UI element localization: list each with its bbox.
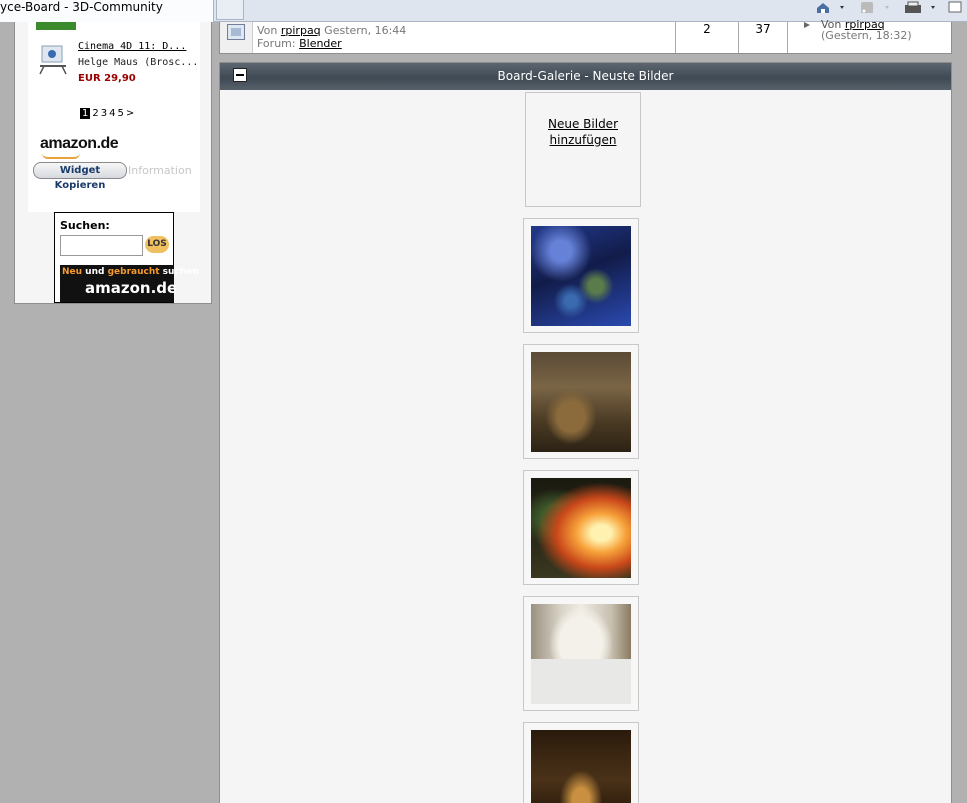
- gallery-thumbnail[interactable]: [523, 596, 639, 711]
- banner-word-used: gebraucht: [107, 267, 160, 277]
- snowy-house-image[interactable]: [531, 604, 631, 704]
- amazon-search-box: Suchen: LOS Neu und gebraucht suchen ama…: [54, 212, 199, 303]
- banner-word-new: Neu: [62, 267, 83, 277]
- print-icon[interactable]: [903, 1, 939, 13]
- thread-forum-link[interactable]: Blender: [299, 37, 342, 50]
- feed-icon[interactable]: [859, 1, 893, 13]
- thread-views-count: 37: [738, 22, 787, 53]
- thread-last-post: Von rpirpaq (Gestern, 18:32): [787, 18, 953, 53]
- add-images-line2: hinzufügen: [549, 133, 617, 147]
- fire-dragon-image[interactable]: [531, 478, 631, 578]
- thread-row: Von rpirpaq Gestern, 16:44 Forum: Blende…: [219, 18, 953, 54]
- search-go-button[interactable]: LOS: [145, 236, 169, 253]
- amazon-logo[interactable]: amazon.de: [40, 135, 119, 153]
- widget-information-link[interactable]: Information: [128, 164, 192, 177]
- last-post-arrow-icon[interactable]: [803, 21, 811, 29]
- browser-tab-title: yce-Board - 3D-Community: [0, 0, 163, 14]
- new-tab-button[interactable]: [216, 0, 244, 20]
- gallery-title: Board-Galerie - Neuste Bilder: [497, 69, 674, 83]
- search-label: Suchen:: [60, 219, 110, 232]
- thread-forum-line: Forum: Blender: [257, 37, 342, 50]
- thread-replies-count: 2: [675, 22, 738, 53]
- gallery-thumbnail[interactable]: [523, 722, 639, 803]
- gallery-thumbnail[interactable]: [523, 218, 639, 333]
- thread-by-prefix: Von: [257, 24, 278, 37]
- thread-author-link[interactable]: rpirpaq: [281, 24, 321, 37]
- pager-page[interactable]: 3: [101, 108, 107, 119]
- help-icon[interactable]: [948, 1, 962, 13]
- gallery-header: Board-Galerie - Neuste Bilder: [220, 63, 951, 90]
- thread-forum-prefix: Forum:: [257, 37, 296, 50]
- product-image-icon[interactable]: [36, 36, 70, 76]
- thread-status-icon: [227, 24, 245, 40]
- product-cover-strip: [36, 22, 76, 30]
- widget-copy-button[interactable]: Widget Kopieren: [33, 162, 127, 191]
- vintage-car-image[interactable]: [531, 352, 631, 452]
- board-gallery: Board-Galerie - Neuste Bilder Neue Bilde…: [219, 62, 952, 803]
- banner-tagline: Neu und gebraucht suchen: [62, 267, 199, 277]
- amazon-banner[interactable]: Neu und gebraucht suchen amazon.de: [60, 265, 199, 302]
- amazon-widget: Cinema 4D 11: D... Helge Maus (Brosc... …: [28, 22, 200, 212]
- pager-page[interactable]: 4: [109, 108, 115, 119]
- add-images-link[interactable]: Neue Bilder hinzufügen: [526, 116, 640, 148]
- browser-tab-active[interactable]: yce-Board - 3D-Community: [0, 0, 214, 22]
- pager-next[interactable]: >: [126, 108, 134, 119]
- add-images-box: Neue Bilder hinzufügen: [525, 92, 641, 207]
- thread-date: Gestern, 16:44: [324, 24, 407, 37]
- product-title-link[interactable]: Cinema 4D 11: D...: [78, 41, 186, 52]
- thread-status-cell: [220, 22, 253, 53]
- widget-pager: 1 2 3 4 5 >: [80, 108, 136, 119]
- dark-interior-image[interactable]: [531, 730, 631, 803]
- gallery-thumbnail[interactable]: [523, 470, 639, 585]
- banner-word-and: und: [82, 267, 108, 277]
- gallery-thumbnail[interactable]: [523, 344, 639, 459]
- search-input[interactable]: [60, 235, 143, 256]
- pager-page[interactable]: 5: [118, 108, 124, 119]
- banner-word-search: suchen: [159, 267, 199, 277]
- last-post-date: (Gestern, 18:32): [821, 29, 912, 42]
- banner-amazon-logo: amazon.de: [85, 279, 178, 297]
- forest-night-image[interactable]: [531, 226, 631, 326]
- pager-current[interactable]: 1: [80, 108, 91, 119]
- amazon-smile-icon: [42, 153, 80, 159]
- pager-page[interactable]: 2: [92, 108, 98, 119]
- add-images-line1: Neue Bilder: [548, 117, 618, 131]
- product-author: Helge Maus (Brosc...: [78, 57, 199, 68]
- product-price: EUR 29,90: [78, 73, 136, 84]
- home-icon[interactable]: [815, 1, 847, 13]
- left-sidebar: Cinema 4D 11: D... Helge Maus (Brosc... …: [14, 22, 212, 304]
- thread-author-line: Von rpirpaq Gestern, 16:44: [257, 24, 406, 37]
